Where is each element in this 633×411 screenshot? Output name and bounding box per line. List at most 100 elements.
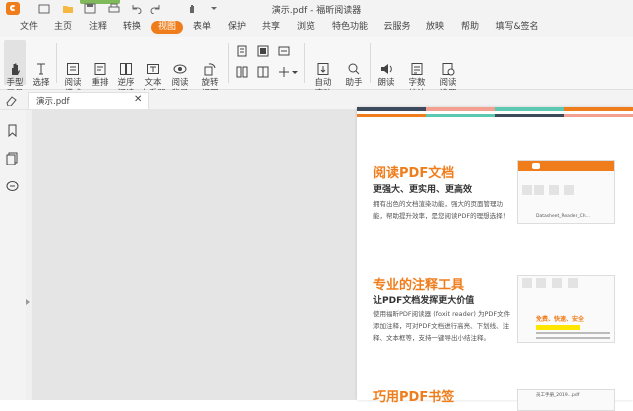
menu-view[interactable]: 视图 [151, 21, 183, 34]
select-text-icon [37, 63, 45, 75]
comment-icon[interactable] [6, 180, 19, 193]
screenshot-thumb-2: 免费、快速、安全 [517, 275, 615, 343]
thumb-tool-icon [549, 185, 559, 195]
menu-convert[interactable]: 转换 [121, 21, 143, 34]
thumb-tool-icon [568, 278, 578, 288]
word-count-button[interactable]: 字数 统计 [405, 40, 429, 99]
eye-icon [173, 64, 187, 74]
thumb-hand-icon [522, 278, 532, 288]
menu-fill-sign[interactable]: 填写&签名 [494, 21, 540, 34]
menu-file[interactable]: 文件 [18, 21, 40, 34]
section1-title: 阅读PDF文档 [373, 166, 455, 181]
expand-panel-icon[interactable] [25, 298, 31, 306]
thumb-hand-icon [522, 185, 532, 195]
page-settings-button[interactable]: 阅读 设置 [434, 40, 462, 99]
read-aloud-button[interactable]: 朗读 [374, 40, 398, 88]
assistant-label: 助手 [345, 78, 363, 88]
section2-subtitle: 让PDF文档发挥更大价值 [373, 296, 475, 306]
reflow-label: 重排 [91, 78, 109, 88]
menu-slideshow[interactable]: 放映 [424, 21, 446, 34]
word-count-icon [411, 63, 423, 75]
color-band [426, 114, 495, 117]
two-page-continuous-icon[interactable] [257, 66, 269, 78]
two-page-icon[interactable] [236, 66, 248, 78]
autoscroll-button[interactable]: 自动 滚动 [311, 40, 335, 99]
assistant-button[interactable]: 助手 [342, 40, 366, 88]
page-settings-icon [442, 63, 455, 76]
menu-comment[interactable]: 注释 [87, 21, 109, 34]
fit-page-icon[interactable] [278, 45, 290, 57]
assistant-icon [348, 63, 360, 75]
screenshot-thumb-1: Datasheet_Reader_Ch... [517, 160, 615, 224]
single-page-icon[interactable] [236, 45, 248, 57]
color-band [564, 114, 633, 117]
bookmark-icon[interactable] [6, 124, 19, 137]
color-band [357, 107, 426, 111]
rotate-view-button[interactable]: 旋转 视图 [198, 40, 222, 99]
menu-bar: 文件 主页 注释 转换 视图 表单 保护 共享 浏览 特色功能 云服务 放映 帮… [0, 17, 633, 37]
window-title: 演示.pdf - 福昕阅读器 [271, 6, 362, 16]
ribbon: 手型 工具 选择 阅读 模式 重排 逆序 阅读 文本 查看器 阅读 背景 旋转 … [0, 37, 633, 99]
color-band [426, 107, 495, 111]
section2-body: 使用福昕PDF阅读器 (foxit reader) 为PDF文件添加注释，可对P… [373, 310, 511, 342]
menu-protect[interactable]: 保护 [226, 21, 248, 34]
menu-form[interactable]: 表单 [191, 21, 213, 34]
section1-subtitle: 更强大、更实用、更高效 [373, 185, 473, 195]
menu-features[interactable]: 特色功能 [332, 21, 368, 34]
section2-title: 专业的注释工具 [373, 278, 465, 293]
section3-title: 巧用PDF书签 [373, 390, 455, 405]
thumb1-tab-label: Datasheet_Reader_Ch... [536, 214, 590, 219]
reflow-button[interactable]: 重排 [89, 40, 111, 88]
color-band [357, 114, 426, 117]
continuous-page-icon[interactable] [257, 45, 269, 57]
color-band [495, 107, 564, 111]
ribbon-separator [304, 43, 305, 83]
reflow-icon [94, 63, 106, 75]
thumb-tool-icon [564, 185, 574, 195]
menu-cloud[interactable]: 云服务 [382, 21, 412, 34]
text-viewer-icon [147, 64, 159, 74]
left-panel [0, 110, 27, 400]
screenshot-thumb-3: 员工手册_2019...pdf [517, 389, 615, 411]
tab-label: 演示.pdf [36, 97, 70, 107]
ribbon-separator [56, 43, 57, 83]
thumb-text-line [536, 332, 610, 334]
rotate-icon [204, 63, 216, 76]
hand-icon [12, 63, 20, 75]
color-band [495, 114, 564, 117]
chevron-down-icon[interactable] [291, 68, 299, 76]
autoscroll-icon [317, 63, 329, 75]
thumb-highlight [536, 325, 580, 330]
pages-icon[interactable] [6, 152, 19, 165]
reverse-read-icon [120, 63, 132, 75]
close-icon[interactable]: ✕ [134, 94, 142, 105]
text-viewer-button[interactable]: 文本 查看器 [140, 40, 166, 99]
ribbon-separator [370, 43, 371, 83]
thumb2-highlight-heading: 免费、快速、安全 [536, 316, 585, 323]
eraser-icon[interactable] [5, 94, 17, 106]
thumb3-tab-label: 员工手册_2019...pdf [536, 393, 580, 398]
split-view-icon[interactable] [278, 66, 290, 78]
color-band [564, 107, 633, 111]
read-background-button[interactable]: 阅读 背景 [168, 40, 192, 99]
pdf-page[interactable]: 阅读PDF文档 更强大、更实用、更高效 拥有出色的文档渲染功能，强大的页面管理功… [357, 107, 633, 411]
select-label: 选择 [32, 78, 50, 88]
speaker-icon [381, 64, 392, 74]
section1-body: 拥有出色的文档渲染功能，强大的页面管理功能，帮助提升效率，是您阅读PDF的理想选… [373, 200, 510, 220]
hand-tool-button[interactable]: 手型 工具 [4, 40, 26, 99]
read-mode-icon [67, 63, 79, 75]
reverse-read-button[interactable]: 逆序 阅读 [114, 40, 138, 99]
menu-browse[interactable]: 浏览 [295, 21, 317, 34]
thumb-select-icon [536, 278, 546, 288]
menu-share[interactable]: 共享 [260, 21, 282, 34]
thumb-select-icon [534, 185, 544, 195]
read-mode-button[interactable]: 阅读 模式 [61, 40, 85, 99]
ribbon-separator [228, 43, 229, 83]
menu-home[interactable]: 主页 [52, 21, 74, 34]
select-button[interactable]: 选择 [30, 40, 52, 88]
thumb-tool-icon [552, 278, 562, 288]
read-aloud-label: 朗读 [377, 78, 395, 88]
menu-help[interactable]: 帮助 [459, 21, 481, 34]
thumb-logo-icon [532, 163, 540, 169]
thumb-text-line [536, 337, 610, 339]
